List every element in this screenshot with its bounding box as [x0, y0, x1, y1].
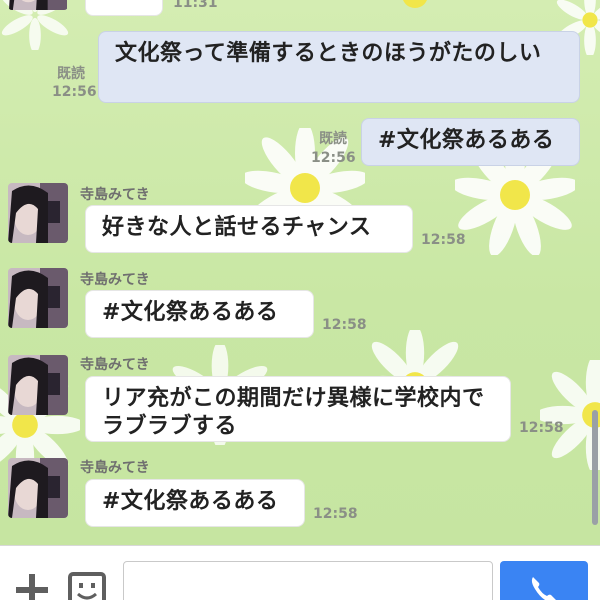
avatar-photo [8, 458, 68, 518]
sticker-button[interactable] [68, 572, 106, 600]
message-time: 12:58 [322, 317, 367, 333]
sender-name: 寺島みてき [80, 187, 150, 203]
plus-icon [16, 574, 48, 600]
sticker-icon [68, 572, 106, 600]
message-text: #文化祭あるある [378, 128, 555, 153]
read-receipt: 既読 [319, 131, 347, 147]
avatar[interactable] [8, 355, 68, 415]
avatar-photo [8, 183, 68, 243]
message-bubble-incoming[interactable]: 好きな人と話せるチャンス [85, 205, 413, 253]
message-text: #文化祭あるある [102, 489, 279, 514]
message-bubble-partial[interactable] [85, 0, 163, 16]
message-time: 12:58 [421, 232, 466, 248]
message-time: 12:56 [52, 84, 97, 100]
avatar[interactable] [8, 0, 68, 10]
message-text: 文化祭って準備するときのほうがたのしい [115, 41, 542, 66]
phone-icon [531, 577, 556, 600]
message-bubble-incoming[interactable]: #文化祭あるある [85, 290, 314, 338]
avatar[interactable] [8, 458, 68, 518]
avatar[interactable] [8, 268, 68, 328]
avatar-photo [8, 355, 68, 415]
message-bubble-incoming[interactable]: #文化祭あるある [85, 479, 305, 527]
scrollbar[interactable] [592, 410, 598, 525]
sender-name: 寺島みてき [80, 272, 150, 288]
message-time: 12:58 [313, 506, 358, 522]
message-text: リア充がこの期間だけ異様に学校内でラブラブする [102, 386, 485, 439]
message-text: #文化祭あるある [102, 300, 279, 325]
message-bubble-outgoing[interactable]: #文化祭あるある [361, 118, 580, 166]
message-bubble-incoming[interactable]: リア充がこの期間だけ異様に学校内でラブラブする [85, 376, 511, 442]
sender-name: 寺島みてき [80, 357, 150, 373]
daisy-decoration [540, 360, 600, 470]
avatar-photo [9, 0, 67, 10]
message-bubble-outgoing[interactable]: 文化祭って準備するときのほうがたのしい [98, 31, 580, 103]
message-input[interactable] [123, 561, 493, 600]
read-receipt: 既読 [57, 66, 85, 82]
plus-button[interactable] [14, 572, 50, 600]
message-time: 12:56 [311, 150, 356, 166]
message-time: 11:31 [173, 0, 218, 11]
avatar[interactable] [8, 183, 68, 243]
input-bar [0, 545, 600, 600]
chat-background: 11:31 文化祭って準備するときのほうがたのしい 既読 12:56 #文化祭あ… [0, 0, 600, 545]
chat-screen: 11:31 文化祭って準備するときのほうがたのしい 既読 12:56 #文化祭あ… [0, 0, 600, 600]
avatar-photo [8, 268, 68, 328]
message-text: 好きな人と話せるチャンス [102, 215, 372, 240]
call-button[interactable] [500, 561, 588, 600]
message-time: 12:58 [519, 420, 564, 436]
sender-name: 寺島みてき [80, 460, 150, 476]
